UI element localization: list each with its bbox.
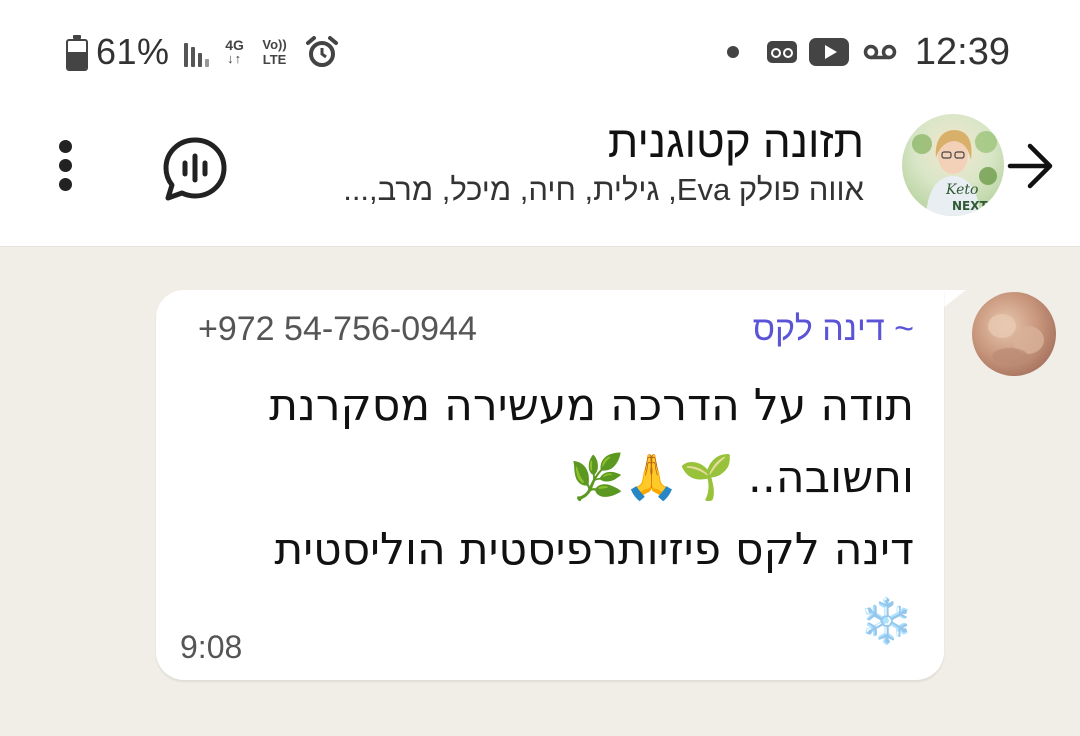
status-bar-right: 12:39 bbox=[726, 28, 1010, 76]
volte-icon: Vo)) LTE bbox=[259, 37, 291, 67]
avatar-text-next: NEXT bbox=[952, 199, 988, 213]
group-title: תזונה קטוגנית bbox=[607, 118, 864, 167]
avatar-text-keto: Keto bbox=[945, 182, 978, 198]
battery-percent: 61% bbox=[96, 31, 170, 72]
status-bar: 61% 4G ↓↑ Vo)) LTE 12:39 bbox=[0, 0, 1080, 100]
message-line: תודה על הדרכה מעשירה מסקרנת bbox=[269, 380, 914, 431]
signal-icon bbox=[183, 37, 209, 67]
group-members: אווה פולק Eva, גילית, חיה, מיכל, מרב,... bbox=[343, 172, 864, 207]
sender-avatar[interactable] bbox=[972, 292, 1056, 376]
message-line: וחשובה.. 🌱🙏🌿 bbox=[569, 452, 914, 503]
voicemail-icon bbox=[766, 41, 797, 63]
volte-label-bottom: LTE bbox=[262, 52, 287, 67]
message-text: תודה על הדרכה מעשירה מסקרנת וחשובה.. 🌱🙏🌿… bbox=[194, 370, 914, 658]
youtube-icon bbox=[808, 38, 849, 66]
chat-header: Keto NEXT תזונה קטוגנית אווה פולק Eva, ג… bbox=[0, 100, 1080, 247]
clock: 12:39 bbox=[914, 30, 1010, 73]
battery-icon bbox=[66, 35, 88, 71]
more-options-icon[interactable] bbox=[50, 138, 82, 194]
group-avatar[interactable]: Keto NEXT bbox=[902, 114, 1004, 216]
message-bubble[interactable]: ~ דינה לקס +972 54-756-0944 תודה על הדרכ… bbox=[156, 290, 944, 680]
message-line: דינה לקס פיזיותרפיסטית הוליסטית bbox=[274, 524, 914, 575]
message-line-snowflake: ❄️ bbox=[859, 596, 914, 647]
notification-dot-icon bbox=[726, 46, 739, 58]
network-4g-icon: 4G ↓↑ bbox=[221, 38, 249, 66]
sender-name[interactable]: ~ דינה לקס bbox=[753, 310, 914, 349]
group-info[interactable]: תזונה קטוגנית אווה פולק Eva, גילית, חיה,… bbox=[244, 116, 864, 210]
voicemail-tape-icon bbox=[863, 44, 897, 60]
volte-label-top: Vo)) bbox=[262, 37, 287, 52]
back-arrow-icon[interactable] bbox=[1002, 138, 1058, 194]
sender-phone[interactable]: +972 54-756-0944 bbox=[198, 310, 477, 349]
voice-chat-icon[interactable] bbox=[160, 134, 230, 204]
status-bar-left: 61% 4G ↓↑ Vo)) LTE bbox=[66, 30, 339, 74]
alarm-icon bbox=[305, 36, 338, 67]
network-label: 4G bbox=[225, 37, 244, 53]
message-time: 9:08 bbox=[180, 629, 243, 665]
